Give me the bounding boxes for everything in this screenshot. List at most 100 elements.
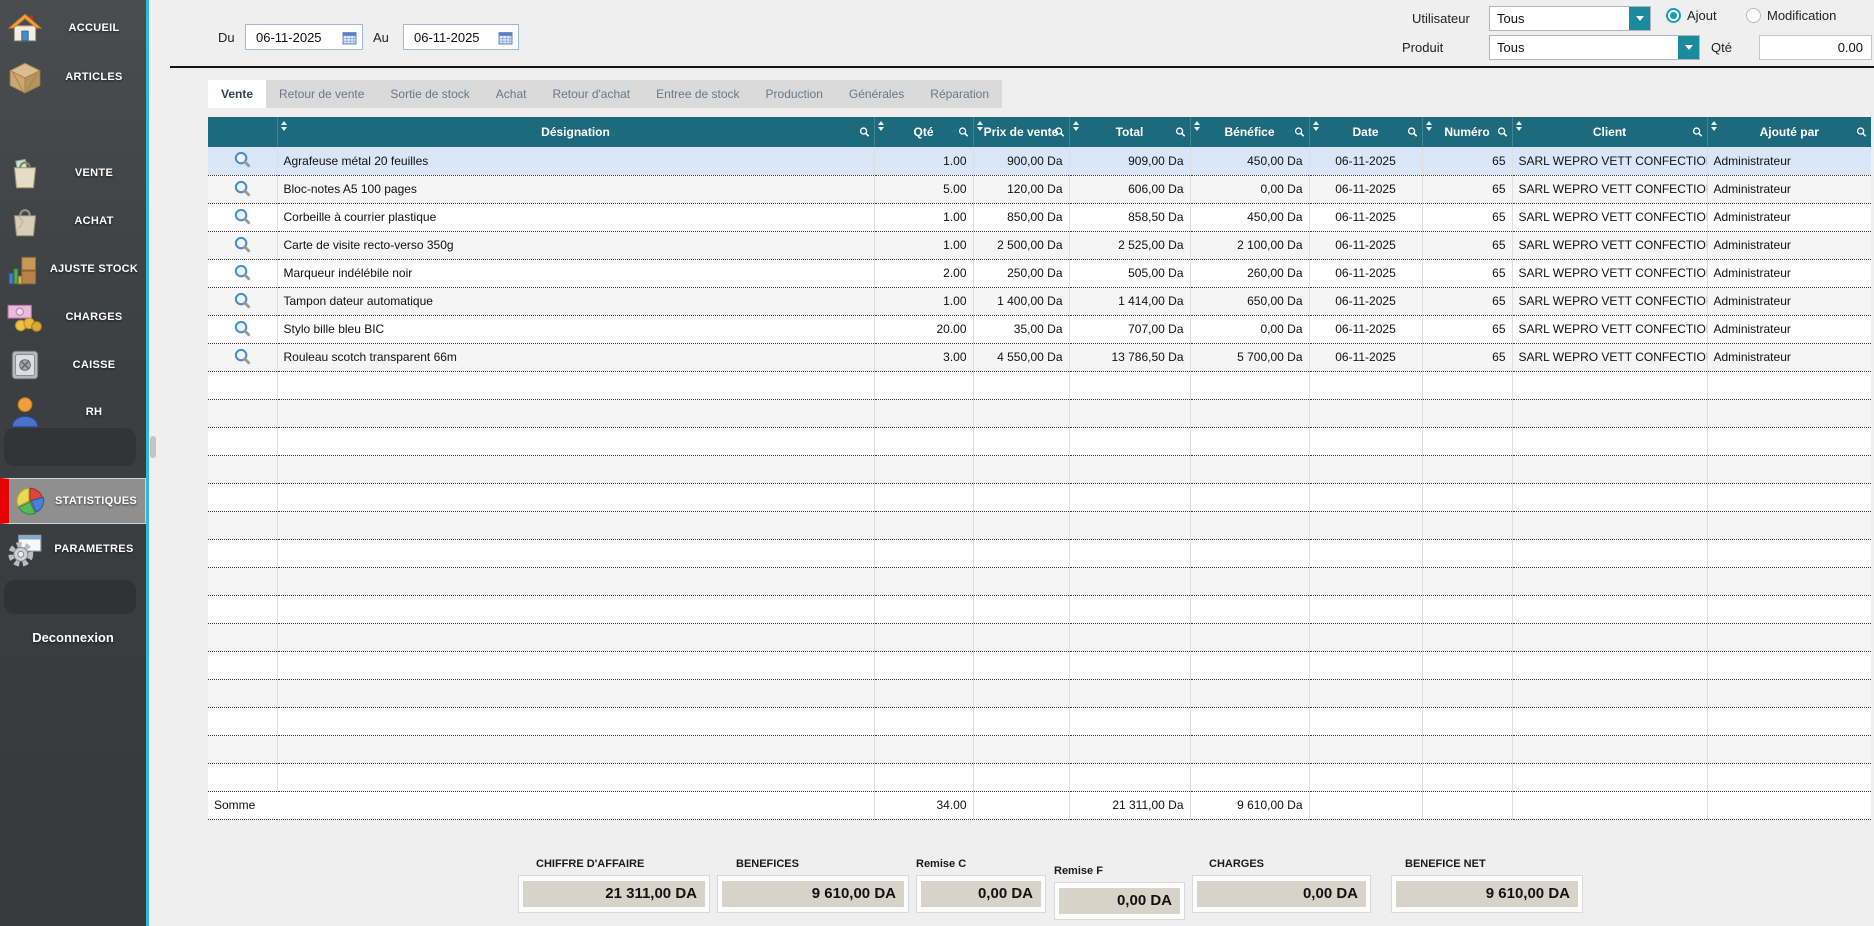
row-detail-magnifier-icon[interactable] <box>233 348 252 367</box>
tab-entree-de-stock[interactable]: Entree de stock <box>643 80 752 108</box>
tab-vente[interactable]: Vente <box>208 80 266 108</box>
modification-radio[interactable] <box>1746 8 1761 23</box>
tab-achat[interactable]: Achat <box>483 80 540 108</box>
col-date[interactable]: Date <box>1309 117 1422 147</box>
calendar-icon[interactable] <box>342 30 357 45</box>
col-benefice[interactable]: Bénéfice <box>1190 117 1309 147</box>
row-detail-magnifier-icon[interactable] <box>233 208 252 227</box>
cell-qte: 3.00 <box>874 343 973 371</box>
table-row[interactable]: Corbeille à courrier plastique 1.00 850,… <box>208 203 1871 231</box>
table-row[interactable]: Agrafeuse métal 20 feuilles 1.00 900,00 … <box>208 147 1871 175</box>
cell-date: 06-11-2025 <box>1309 203 1422 231</box>
table-row[interactable]: Carte de visite recto-verso 350g 1.00 2 … <box>208 231 1871 259</box>
table-row[interactable]: Bloc-notes A5 100 pages 5.00 120,00 Da 6… <box>208 175 1871 203</box>
filter-icon[interactable] <box>1294 127 1305 138</box>
sidebar-item-achat[interactable]: ACHAT <box>0 199 146 243</box>
cell-prix: 120,00 Da <box>973 175 1069 203</box>
row-detail-magnifier-icon[interactable] <box>233 264 252 283</box>
money-icon <box>6 298 44 336</box>
row-detail-magnifier-icon[interactable] <box>233 180 252 199</box>
cell-client: SARL WEPRO VETT CONFECTION <box>1512 175 1707 203</box>
sidebar-item-articles[interactable]: ARTICLES <box>0 55 146 99</box>
filter-icon[interactable] <box>859 127 870 138</box>
cell-numero: 65 <box>1422 175 1512 203</box>
row-detail-magnifier-icon[interactable] <box>233 320 252 339</box>
tab-sortie-de-stock[interactable]: Sortie de stock <box>377 80 482 108</box>
utilisateur-select[interactable]: Tous <box>1489 6 1651 31</box>
main-content: Du 06-11-2025 Au 06-11-2025 Utilisateur … <box>149 0 1874 926</box>
qte-input[interactable] <box>1759 35 1872 60</box>
panel-resize-handle[interactable] <box>150 436 156 458</box>
empty-row <box>208 371 1871 399</box>
tab-retour-de-vente[interactable]: Retour de vente <box>266 80 377 108</box>
tab-production[interactable]: Production <box>753 80 836 108</box>
cell-prix: 35,00 Da <box>973 315 1069 343</box>
cell-client: SARL WEPRO VETT CONFECTION <box>1512 315 1707 343</box>
sidebar-item-caisse[interactable]: CAISSE <box>0 343 146 387</box>
empty-row <box>208 483 1871 511</box>
total-remise-c: Remise C 0,00 DA <box>916 858 1046 913</box>
col-prix-de-vente[interactable]: Prix de vente <box>973 117 1069 147</box>
table-row[interactable]: Rouleau scotch transparent 66m 3.00 4 55… <box>208 343 1871 371</box>
col-qte[interactable]: Qté <box>874 117 973 147</box>
col-ajoute-par[interactable]: Ajouté par <box>1707 117 1871 147</box>
ajout-radio-group: Ajout <box>1666 8 1717 23</box>
sidebar-item-charges[interactable]: CHARGES <box>0 295 146 339</box>
col-numero[interactable]: Numéro <box>1422 117 1512 147</box>
cell-ajoute-par: Administrateur <box>1707 315 1871 343</box>
cell-total: 858,50 Da <box>1069 203 1190 231</box>
table-row[interactable]: Stylo bille bleu BIC 20.00 35,00 Da 707,… <box>208 315 1871 343</box>
tab-generales[interactable]: Générales <box>836 80 917 108</box>
cell-benefice: 5 700,00 Da <box>1190 343 1309 371</box>
table-row[interactable]: Marqueur indélébile noir 2.00 250,00 Da … <box>208 259 1871 287</box>
empty-row <box>208 399 1871 427</box>
row-detail-magnifier-icon[interactable] <box>233 151 252 170</box>
filter-icon[interactable] <box>1692 127 1703 138</box>
cell-total: 606,00 Da <box>1069 175 1190 203</box>
tab-reparation[interactable]: Réparation <box>917 80 1002 108</box>
cell-numero: 65 <box>1422 315 1512 343</box>
sidebar-item-statistiques[interactable]: STATISTIQUES <box>0 478 146 524</box>
sidebar-item-vente[interactable]: VENTE <box>0 151 146 195</box>
date-to-input[interactable]: 06-11-2025 <box>403 24 519 50</box>
logout-button[interactable]: Deconnexion <box>0 630 146 645</box>
chevron-down-icon[interactable] <box>1678 36 1699 59</box>
produit-select[interactable]: Tous <box>1489 35 1700 60</box>
safe-icon <box>6 346 44 384</box>
cell-ajoute-par: Administrateur <box>1707 175 1871 203</box>
cell-designation: Rouleau scotch transparent 66m <box>277 343 874 371</box>
col-total[interactable]: Total <box>1069 117 1190 147</box>
empty-row <box>208 707 1871 735</box>
au-label: Au <box>373 30 389 45</box>
date-from-value: 06-11-2025 <box>256 30 338 45</box>
sidebar-item-accueil[interactable]: ACCUEIL <box>0 6 146 50</box>
sum-benefice: 9 610,00 Da <box>1190 791 1309 819</box>
calendar-icon[interactable] <box>498 30 513 45</box>
sidebar-item-ajuste-stock[interactable]: AJUSTE STOCK <box>0 247 146 291</box>
tab-retour-achat[interactable]: Retour d'achat <box>539 80 643 108</box>
filter-icon[interactable] <box>1175 127 1186 138</box>
col-client[interactable]: Client <box>1512 117 1707 147</box>
sidebar-item-parametres[interactable]: PARAMETRES <box>0 527 146 571</box>
row-detail-magnifier-icon[interactable] <box>233 292 252 311</box>
filter-icon[interactable] <box>1497 127 1508 138</box>
date-from-input[interactable]: 06-11-2025 <box>245 24 363 50</box>
total-label: CHARGES <box>1209 858 1371 870</box>
cell-benefice: 0,00 Da <box>1190 175 1309 203</box>
cell-designation: Carte de visite recto-verso 350g <box>277 231 874 259</box>
ajout-radio[interactable] <box>1666 8 1681 23</box>
cell-ajoute-par: Administrateur <box>1707 343 1871 371</box>
filter-icon[interactable] <box>958 127 969 138</box>
row-detail-magnifier-icon[interactable] <box>233 236 252 255</box>
table-row[interactable]: Tampon dateur automatique 1.00 1 400,00 … <box>208 287 1871 315</box>
sidebar-item-label: ARTICLES <box>44 70 146 84</box>
cell-date: 06-11-2025 <box>1309 175 1422 203</box>
chevron-down-icon[interactable] <box>1629 7 1650 30</box>
cell-client: SARL WEPRO VETT CONFECTION <box>1512 287 1707 315</box>
col-designation[interactable]: Désignation <box>277 117 874 147</box>
cell-client: SARL WEPRO VETT CONFECTION <box>1512 259 1707 287</box>
filter-icon[interactable] <box>1856 127 1867 138</box>
cell-prix: 2 500,00 Da <box>973 231 1069 259</box>
filter-icon[interactable] <box>1407 127 1418 138</box>
filter-icon[interactable] <box>1054 127 1065 138</box>
